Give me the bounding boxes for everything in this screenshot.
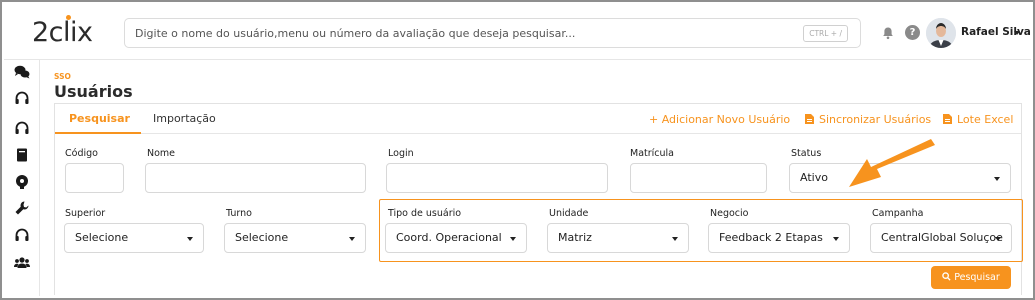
app-window: 2clix CTRL + / ? Rafael Silva [0,0,1035,300]
matricula-label: Matrícula [630,148,674,159]
status-value: Ativo [800,171,828,184]
tipo-usuario-label: Tipo de usuário [388,208,462,219]
chevron-down-icon [995,237,1001,241]
chevron-down-icon [349,237,355,241]
unidade-label: Unidade [549,208,589,219]
help-icon[interactable]: ? [905,25,920,40]
turno-value: Selecione [235,231,289,244]
login-label: Login [388,148,414,159]
search-button-label: Pesquisar [954,272,1000,283]
user-name[interactable]: Rafael Silva [961,26,1031,38]
logo-dot [66,15,71,20]
headset-icon[interactable] [14,120,30,136]
search-icon [942,272,951,281]
user-photo-icon [926,18,956,48]
sync-users-button[interactable]: Sincronizar Usuários [805,113,931,126]
page-title: Usuários [54,82,133,101]
annotation-arrow-icon [849,139,935,187]
chevron-down-icon [187,237,193,241]
users-icon[interactable] [14,255,30,271]
active-tab-indicator [55,132,141,134]
breadcrumb[interactable]: SSO [54,72,71,81]
sidebar [4,60,40,296]
brain-icon[interactable] [14,174,30,190]
tipo-usuario-select[interactable]: Coord. Operacional [385,223,527,253]
nome-label: Nome [147,148,176,159]
codigo-input[interactable] [65,163,124,193]
negocio-value: Feedback 2 Etapas [719,231,823,244]
turno-label: Turno [226,208,252,219]
chat-icon[interactable] [14,64,30,80]
shortcut-hint: CTRL + / [803,25,848,42]
tipo-usuario-value: Coord. Operacional [396,231,502,244]
logo[interactable]: 2clix [32,17,93,48]
superior-value: Selecione [75,231,129,244]
unidade-select[interactable]: Matriz [547,223,689,253]
headset-icon[interactable] [14,227,30,243]
batch-excel-button[interactable]: Lote Excel [943,113,1013,126]
chevron-down-icon [672,237,678,241]
file-icon [943,114,952,124]
search-button[interactable]: Pesquisar [931,266,1011,289]
campanha-select[interactable]: CentralGlobal Soluçoe [870,223,1012,253]
superior-label: Superior [65,208,106,219]
global-search-input[interactable] [135,23,795,43]
login-input[interactable] [386,163,608,193]
add-user-button[interactable]: + Adicionar Novo Usuário [649,113,790,126]
avatar[interactable] [926,18,956,48]
campanha-value: CentralGlobal Soluçoe [881,231,1003,244]
nome-input[interactable] [145,163,366,193]
status-label: Status [791,148,822,159]
unidade-value: Matriz [558,231,592,244]
negocio-select[interactable]: Feedback 2 Etapas [708,223,850,253]
book-icon[interactable] [14,147,30,163]
global-search[interactable]: CTRL + / [124,18,861,48]
top-bar: 2clix CTRL + / ? Rafael Silva [4,4,1031,60]
bell-icon[interactable] [881,26,895,40]
sync-users-label: Sincronizar Usuários [819,113,932,126]
superior-select[interactable]: Selecione [64,223,204,253]
headset-icon[interactable] [14,90,30,106]
file-icon [805,114,814,124]
chevron-down-icon[interactable] [1014,31,1020,35]
tab-bar: Pesquisar Importação + Adicionar Novo Us… [55,104,1021,134]
chevron-down-icon [510,237,516,241]
wrench-icon[interactable] [14,200,30,216]
chevron-down-icon [994,177,1000,181]
tab-importacao[interactable]: Importação [153,112,216,125]
matricula-input[interactable] [630,163,767,193]
tab-pesquisar[interactable]: Pesquisar [69,112,130,125]
negocio-label: Negocio [710,208,749,219]
chevron-down-icon [833,237,839,241]
batch-excel-label: Lote Excel [957,113,1014,126]
codigo-label: Código [65,148,98,159]
campanha-label: Campanha [872,208,924,219]
turno-select[interactable]: Selecione [224,223,366,253]
